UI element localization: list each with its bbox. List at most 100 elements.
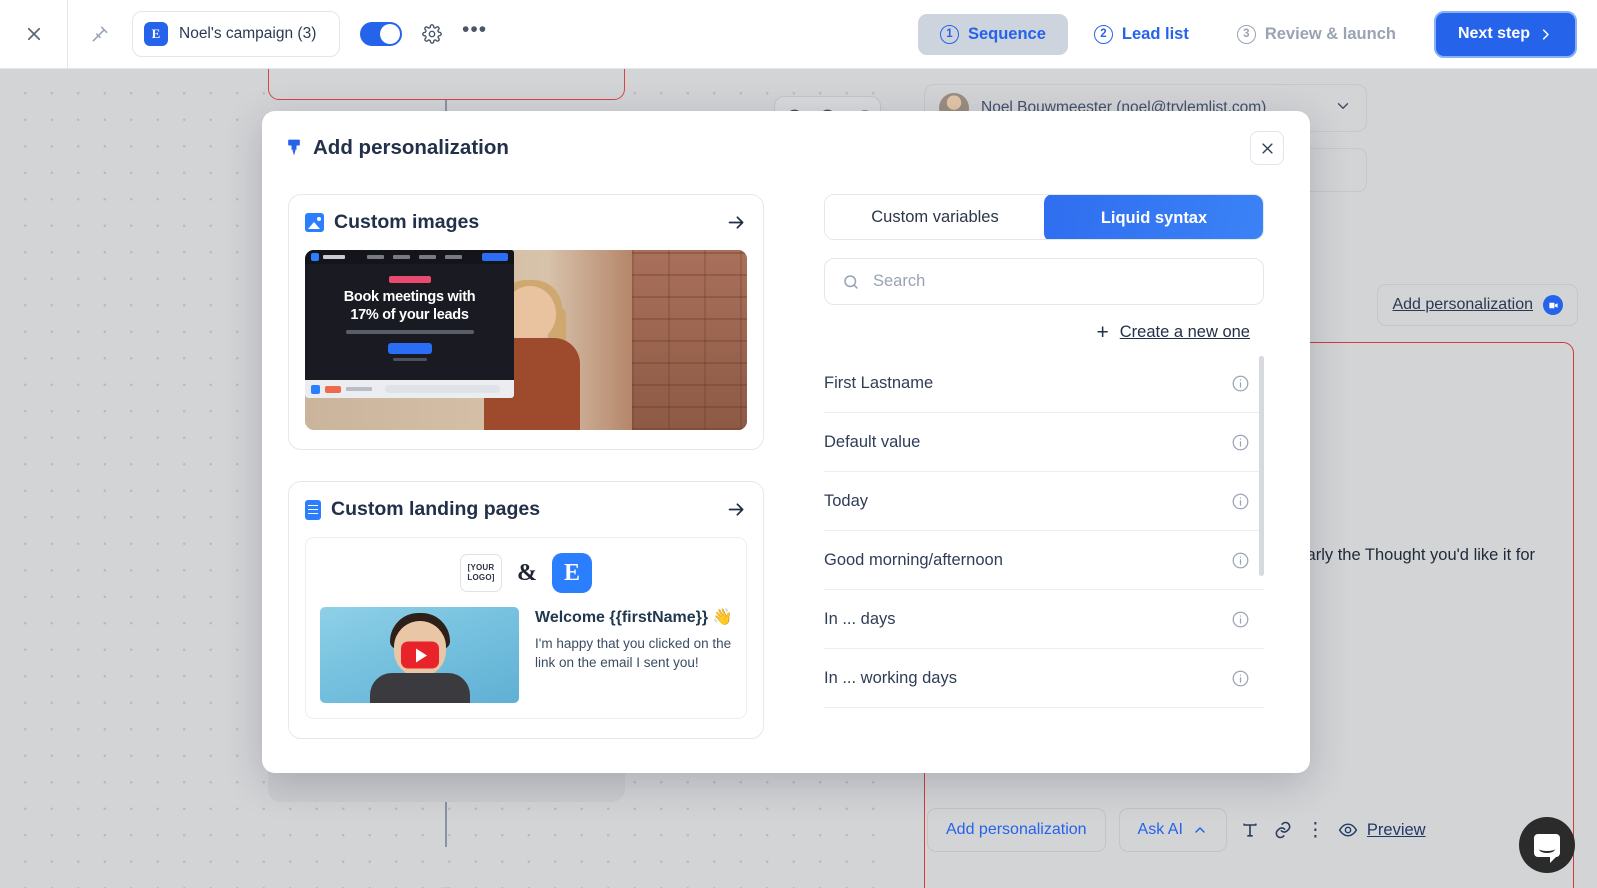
more-vertical-icon[interactable]: ⋮ bbox=[1306, 828, 1325, 833]
chevron-down-icon[interactable] bbox=[1334, 97, 1352, 120]
list-item[interactable]: Good morning/afternoon bbox=[824, 531, 1264, 590]
close-campaign-button[interactable] bbox=[0, 0, 68, 68]
search-box[interactable] bbox=[824, 258, 1264, 305]
add-personalization-modal: Add personalization Custom images bbox=[262, 111, 1310, 773]
close-icon[interactable] bbox=[1250, 131, 1284, 165]
info-icon[interactable] bbox=[1231, 551, 1250, 570]
info-icon[interactable] bbox=[1231, 610, 1250, 629]
add-personalization-inline-button[interactable]: Add personalization bbox=[1377, 284, 1578, 326]
create-new-variable-button[interactable]: + Create a new one bbox=[824, 323, 1264, 342]
custom-landing-pages-card[interactable]: Custom landing pages [YOUR LOGO] & bbox=[288, 481, 764, 739]
chat-bubble-shape bbox=[1534, 834, 1560, 857]
step-sequence[interactable]: 1 Sequence bbox=[918, 14, 1068, 55]
browser-dock bbox=[305, 380, 514, 398]
browser-topbar bbox=[305, 250, 514, 264]
search-input[interactable] bbox=[873, 272, 1246, 291]
card-header: Custom landing pages bbox=[305, 498, 747, 521]
list-item[interactable]: In ... working days bbox=[824, 649, 1264, 708]
powered-by-ai-badge bbox=[389, 276, 431, 283]
text-format-icon[interactable] bbox=[1240, 820, 1260, 840]
your-logo-line2: LOGO] bbox=[467, 573, 494, 583]
editor-toolbar: Add personalization Ask AI ⋮ Preview bbox=[927, 808, 1426, 852]
list-item[interactable]: Default value bbox=[824, 413, 1264, 472]
your-logo-line1: [YOUR bbox=[468, 563, 495, 573]
top-bar: E Noel's campaign (3) ••• 1 Sequence 2 L… bbox=[0, 0, 1597, 69]
preview-headline-line1: Book meetings with bbox=[305, 288, 514, 306]
list-item[interactable]: First Lastname bbox=[824, 354, 1264, 413]
modal-title: Add personalization bbox=[284, 136, 509, 160]
variables-tabs: Custom variables Liquid syntax bbox=[824, 194, 1264, 240]
ask-ai-button[interactable]: Ask AI bbox=[1119, 808, 1227, 852]
campaign-name-pill[interactable]: E Noel's campaign (3) bbox=[132, 11, 340, 57]
tab-liquid-syntax[interactable]: Liquid syntax bbox=[1044, 194, 1264, 240]
logo-row: [YOUR LOGO] & E bbox=[320, 553, 732, 593]
preview-button[interactable]: Preview bbox=[1338, 820, 1426, 840]
plus-icon: + bbox=[1096, 325, 1108, 341]
arrow-right-icon[interactable] bbox=[726, 212, 747, 233]
play-icon bbox=[401, 642, 439, 669]
tab-custom-variables[interactable]: Custom variables bbox=[825, 195, 1045, 239]
info-icon[interactable] bbox=[1231, 669, 1250, 688]
preview-cta-button bbox=[388, 343, 432, 354]
magic-wand-icon[interactable] bbox=[90, 24, 110, 44]
modal-body: Custom images bbox=[262, 165, 1310, 739]
campaign-name-label: Noel's campaign (3) bbox=[179, 25, 316, 43]
ask-ai-label: Ask AI bbox=[1138, 821, 1183, 839]
variables-scrollbar[interactable] bbox=[1259, 356, 1264, 576]
variables-panel: Custom variables Liquid syntax + Create … bbox=[824, 194, 1264, 739]
paint-brush-icon bbox=[284, 137, 304, 159]
variable-name: Default value bbox=[824, 433, 920, 452]
step-lead-list[interactable]: 2 Lead list bbox=[1072, 14, 1211, 55]
step-number: 3 bbox=[1237, 25, 1256, 44]
card-title: Custom images bbox=[305, 211, 479, 234]
brand-wordmark bbox=[323, 255, 345, 259]
preview-note bbox=[393, 358, 427, 361]
video-thumbnail bbox=[320, 607, 519, 703]
card-header: Custom images bbox=[305, 211, 747, 234]
brick-wall-backdrop bbox=[632, 250, 747, 430]
next-step-button[interactable]: Next step bbox=[1434, 11, 1577, 58]
list-item[interactable]: Today bbox=[824, 472, 1264, 531]
custom-images-preview: Book meetings with 17% of your leads bbox=[305, 250, 747, 430]
step-label: Review & launch bbox=[1265, 25, 1396, 44]
lemlist-logo-icon: E bbox=[552, 553, 592, 593]
video-camera-icon bbox=[1543, 295, 1563, 315]
add-personalization-button[interactable]: Add personalization bbox=[927, 808, 1106, 852]
custom-images-card[interactable]: Custom images bbox=[288, 194, 764, 450]
list-item[interactable]: In ... days bbox=[824, 590, 1264, 649]
torso-shape bbox=[370, 673, 470, 703]
card-title-label: Custom landing pages bbox=[331, 498, 540, 521]
gear-icon[interactable] bbox=[422, 24, 442, 44]
welcome-body: I'm happy that you clicked on the link o… bbox=[535, 634, 732, 672]
add-personalization-label: Add personalization bbox=[946, 821, 1087, 839]
more-horizontal-icon[interactable]: ••• bbox=[462, 25, 487, 43]
variable-name: Good morning/afternoon bbox=[824, 551, 1003, 570]
campaign-steps-nav: 1 Sequence 2 Lead list 3 Review & launch bbox=[918, 14, 1418, 55]
campaign-logo-icon: E bbox=[144, 22, 168, 46]
ampersand-label: & bbox=[517, 560, 537, 587]
variable-name: In ... days bbox=[824, 610, 896, 629]
link-icon[interactable] bbox=[1273, 820, 1293, 840]
chat-bubble-icon[interactable] bbox=[1519, 817, 1575, 873]
landing-page-text: Welcome {{firstName}} 👋 I'm happy that y… bbox=[535, 607, 732, 703]
lemlist-logo-icon bbox=[311, 253, 319, 261]
browser-mockup: Book meetings with 17% of your leads bbox=[305, 250, 514, 398]
modal-header: Add personalization bbox=[262, 111, 1310, 165]
next-step-label: Next step bbox=[1458, 25, 1530, 43]
card-title-label: Custom images bbox=[334, 211, 479, 234]
preview-headline-line2: 17% of your leads bbox=[305, 306, 514, 324]
eye-icon bbox=[1338, 820, 1358, 840]
info-icon[interactable] bbox=[1231, 374, 1250, 393]
arrow-right-icon[interactable] bbox=[726, 499, 747, 520]
info-icon[interactable] bbox=[1231, 433, 1250, 452]
app-root: E Noel's campaign (3) ••• 1 Sequence 2 L… bbox=[0, 0, 1597, 888]
variable-name: First Lastname bbox=[824, 374, 933, 393]
variable-name: Today bbox=[824, 492, 868, 511]
chevron-right-icon bbox=[1538, 27, 1553, 42]
welcome-heading: Welcome {{firstName}} 👋 bbox=[535, 607, 732, 627]
info-icon[interactable] bbox=[1231, 492, 1250, 511]
variables-list: First Lastname Default value Today bbox=[824, 354, 1264, 708]
campaign-enabled-toggle[interactable] bbox=[360, 22, 402, 46]
step-review-launch[interactable]: 3 Review & launch bbox=[1215, 14, 1418, 55]
smile-shape bbox=[1539, 845, 1555, 853]
